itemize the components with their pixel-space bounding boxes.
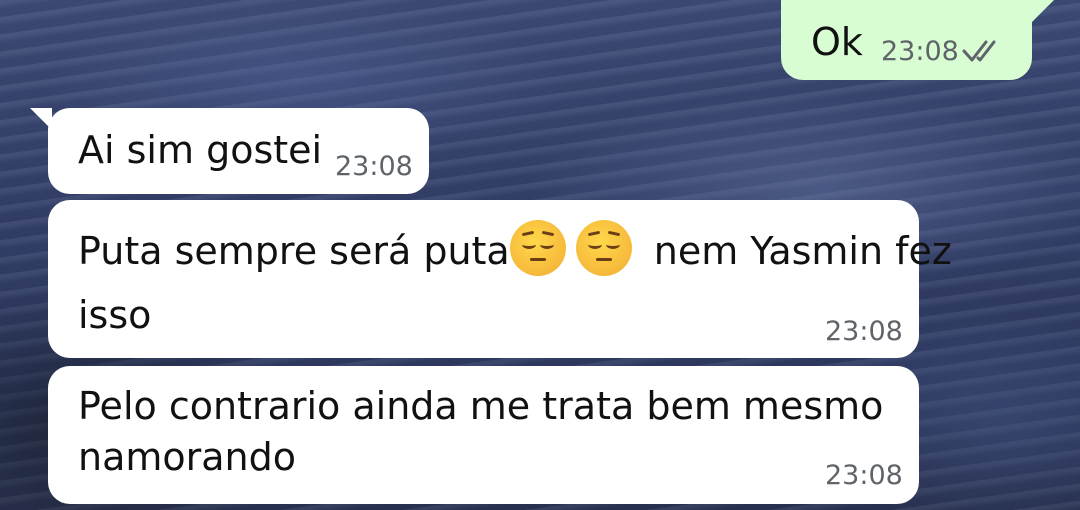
outgoing-bubble-tail <box>1030 0 1054 24</box>
message-bubble-incoming[interactable]: Pelo contrario ainda me trata bem mesmo … <box>48 366 919 504</box>
message-text-line1: Pelo contrario ainda me trata bem mesmo <box>78 384 884 428</box>
message-text-line1: Puta sempre será puta nem Yasmin fez <box>78 220 952 279</box>
message-text-segment: Puta sempre será puta <box>78 229 510 273</box>
message-bubble-outgoing[interactable]: Ok 23:08 <box>781 0 1032 80</box>
message-bubble-incoming[interactable]: Ai sim gostei 23:08 <box>48 108 429 194</box>
message-text-segment: nem Yasmin fez <box>641 229 952 273</box>
message-timestamp: 23:08 <box>825 460 903 491</box>
message-text-line2: namorando <box>78 435 296 479</box>
message-timestamp: 23:08 <box>335 151 413 182</box>
message-text-line2: isso <box>78 293 152 337</box>
message-bubble-incoming[interactable]: Puta sempre será puta nem Yasmin fez iss… <box>48 200 952 358</box>
pensive-face-emoji <box>575 220 632 276</box>
pensive-face-emoji <box>509 220 566 276</box>
message-text: Ai sim gostei <box>78 128 323 172</box>
message-text: Ok <box>811 20 863 64</box>
message-timestamp: 23:08 <box>825 316 903 347</box>
double-check-icon <box>962 40 996 62</box>
message-timestamp: 23:08 <box>881 36 959 67</box>
